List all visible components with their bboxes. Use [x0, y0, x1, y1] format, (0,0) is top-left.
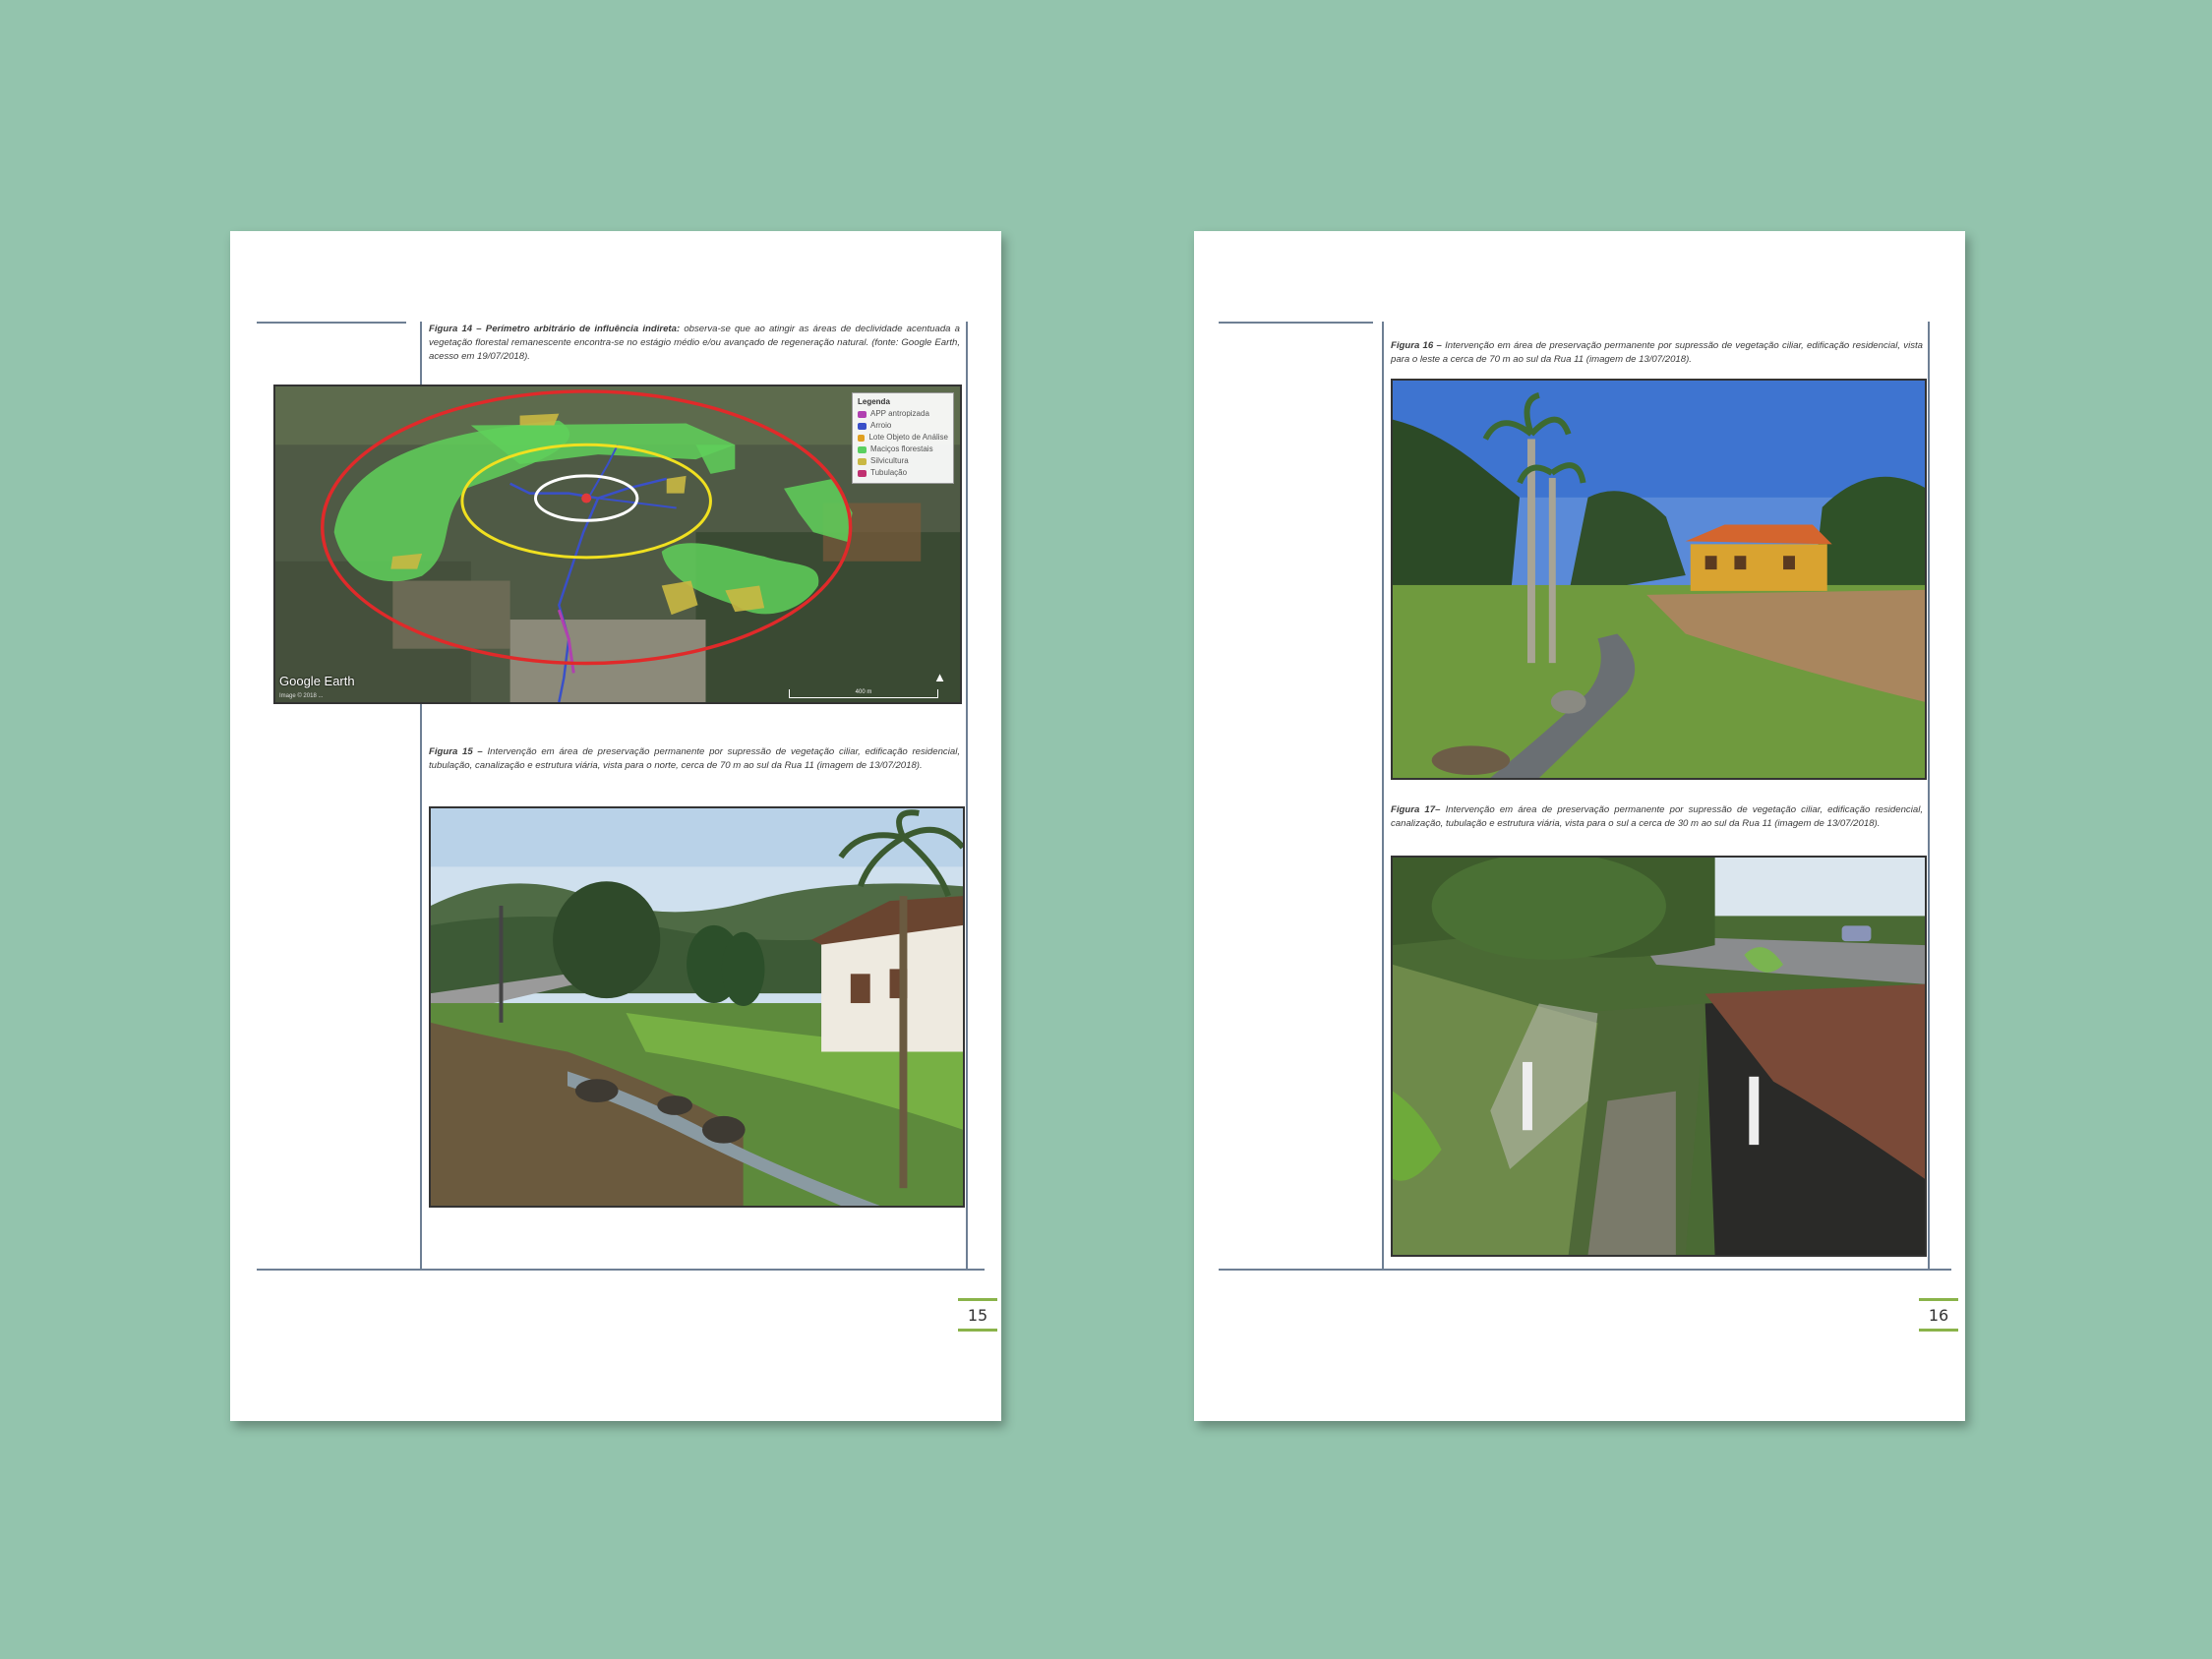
margin-line	[1382, 322, 1384, 1271]
right-border-line	[1928, 322, 1930, 1271]
figure-16-text: Intervenção em área de preservação perma…	[1391, 340, 1923, 365]
figure-15-photo	[429, 806, 965, 1208]
map-legend: Legenda APP antropizada Arroio Lote Obje…	[852, 392, 954, 484]
figure-17-text: Intervenção em área de preservação perma…	[1391, 804, 1923, 829]
map-scale-bar: 400 m	[789, 689, 938, 698]
legend-item-label: Arroio	[870, 421, 892, 430]
right-border-line	[966, 322, 968, 1271]
legend-swatch	[858, 410, 867, 418]
legend-item-label: Maciços florestais	[870, 444, 933, 453]
legend-swatch	[858, 434, 866, 442]
footer-rule	[1219, 1269, 1951, 1271]
page-number: 15	[958, 1298, 997, 1332]
legend-title: Legenda	[858, 397, 890, 406]
figure-17-caption: Figura 17– Intervenção em área de preser…	[1391, 803, 1923, 831]
stream-landscape-photo	[431, 808, 963, 1206]
figure-15-label: Figura 15 –	[429, 746, 483, 757]
house-stream-photo	[1393, 381, 1925, 778]
figure-17-label: Figura 17–	[1391, 804, 1441, 815]
legend-item-label: Tubulação	[870, 468, 908, 477]
legend-item-label: APP antropizada	[870, 409, 929, 418]
legend-item-label: Lote Objeto de Análise	[868, 433, 948, 442]
figure-16-photo	[1391, 379, 1927, 780]
figure-14-caption: Figura 14 – Perímetro arbitrário de infl…	[429, 323, 960, 364]
header-rule	[257, 322, 406, 324]
figure-16-label: Figura 16 –	[1391, 340, 1442, 351]
header-rule	[1219, 322, 1373, 324]
figure-17-photo	[1391, 856, 1927, 1257]
legend-swatch	[858, 422, 867, 430]
figure-15-caption: Figura 15 – Intervenção em área de prese…	[429, 745, 960, 773]
scale-label: 400 m	[855, 689, 872, 695]
map-copyright: Image © 2018 ...	[279, 693, 324, 699]
figure-16-caption: Figura 16 – Intervenção em área de prese…	[1391, 339, 1923, 367]
legend-item: Maciços florestais	[858, 444, 948, 455]
footer-rule	[257, 1269, 985, 1271]
figure-15-text: Intervenção em área de preservação perma…	[429, 746, 960, 771]
legend-item: Lote Objeto de Análise	[858, 432, 948, 444]
document-page-right: Figura 16 – Intervenção em área de prese…	[1194, 231, 1965, 1421]
legend-item: APP antropizada	[858, 408, 948, 420]
legend-item: Tubulação	[858, 467, 948, 479]
figure-14-map: Legenda APP antropizada Arroio Lote Obje…	[273, 385, 962, 704]
legend-item: Silvicultura	[858, 455, 948, 467]
document-page-left: Figura 14 – Perímetro arbitrário de infl…	[230, 231, 1001, 1421]
google-earth-watermark: Google Earth	[279, 674, 355, 688]
legend-swatch	[858, 469, 867, 477]
page-number: 16	[1919, 1298, 1958, 1332]
north-arrow-icon: ▲	[933, 670, 946, 684]
figure-14-label: Figura 14 – Perímetro arbitrário de infl…	[429, 324, 681, 334]
legend-item: Arroio	[858, 420, 948, 432]
legend-item-label: Silvicultura	[870, 456, 909, 465]
canal-road-photo	[1393, 858, 1925, 1255]
legend-swatch	[858, 445, 867, 453]
legend-swatch	[858, 457, 867, 465]
